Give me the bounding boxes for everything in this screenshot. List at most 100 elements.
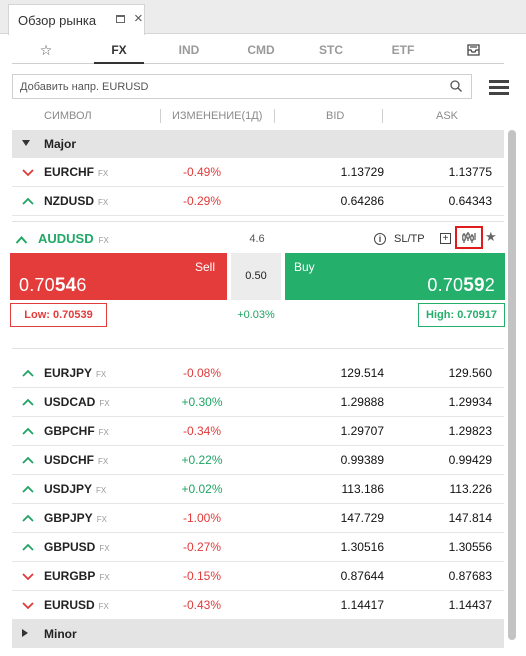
column-bid[interactable]: BID [326, 104, 344, 128]
buy-label: Buy [294, 260, 315, 274]
add-order-icon[interactable]: + [440, 233, 451, 244]
change-cell: +0.30% [181, 395, 223, 409]
ask-cell[interactable]: 113.226 [392, 475, 493, 504]
table-row[interactable]: USDJPY FX +0.02% 113.186 113.226 [12, 475, 504, 504]
chevron-down-icon[interactable] [22, 600, 34, 610]
info-icon[interactable]: i [374, 233, 386, 245]
group-minor[interactable]: Minor [12, 620, 504, 648]
search-icon[interactable] [450, 80, 462, 92]
asset-class-tag: FX [96, 486, 107, 495]
ask-cell[interactable]: 129.560 [392, 359, 492, 388]
chevron-up-icon[interactable] [22, 455, 34, 465]
tab-ind[interactable]: IND [164, 36, 214, 64]
bid-cell[interactable]: 1.29888 [284, 388, 384, 417]
table-row[interactable]: EURGBP FX -0.15% 0.87644 0.87683 [12, 562, 504, 591]
tab-stc[interactable]: STC [306, 36, 356, 64]
asset-class-tag: FX [99, 573, 110, 582]
ask-cell[interactable]: 0.64343 [392, 187, 492, 216]
buy-button[interactable]: Buy 0.70592 [285, 253, 505, 300]
asset-class-tag: FX [98, 198, 109, 207]
collapse-arrow-icon [22, 140, 30, 146]
table-row[interactable]: EURUSD FX -0.43% 1.14417 1.14437 [12, 591, 504, 620]
change-cell: -0.08% [182, 366, 222, 380]
daily-change: +0.03% [237, 309, 275, 321]
chart-button[interactable] [455, 226, 483, 249]
bid-cell[interactable]: 113.186 [284, 475, 385, 504]
table-row[interactable]: GBPUSD FX -0.27% 1.30516 1.30556 [12, 533, 504, 562]
market-watch-tab[interactable]: Обзор рынка × [8, 4, 145, 35]
candlestick-chart-icon [462, 232, 476, 243]
ask-cell[interactable]: 0.87683 [392, 562, 492, 591]
chevron-down-icon[interactable] [22, 167, 34, 177]
bid-cell[interactable]: 1.14417 [284, 591, 384, 620]
bid-cell[interactable]: 1.29707 [284, 417, 384, 446]
table-row[interactable]: USDCHF FX +0.22% 0.99389 0.99429 [12, 446, 504, 475]
tab-fx[interactable]: FX [94, 36, 144, 64]
bid-cell[interactable]: 1.13729 [284, 158, 384, 187]
ask-cell[interactable]: 147.814 [392, 504, 492, 533]
maximize-icon[interactable] [116, 15, 125, 23]
spread-value-top: 4.6 [249, 233, 265, 245]
tab-title: Обзор рынка [18, 12, 97, 28]
expand-arrow-icon [22, 629, 28, 637]
ask-cell[interactable]: 1.29823 [392, 417, 492, 446]
table-row[interactable]: EURCHF FX -0.49% 1.13729 1.13775 [12, 158, 504, 187]
scrollbar-thumb[interactable] [508, 130, 516, 640]
favorite-star-icon[interactable]: ★ [485, 229, 497, 245]
symbol-cell: USDCAD FX [44, 395, 110, 409]
ask-cell[interactable]: 1.29934 [392, 388, 492, 417]
chevron-up-icon[interactable] [22, 542, 34, 552]
chevron-down-icon[interactable] [22, 571, 34, 581]
list-view-icon[interactable] [489, 80, 509, 95]
symbol-cell: EURUSD FX [44, 598, 109, 612]
tab-cmd[interactable]: CMD [236, 36, 286, 64]
inbox-icon [466, 44, 480, 56]
asset-class-tag: FX [98, 236, 109, 245]
bid-cell[interactable]: 0.99389 [284, 446, 384, 475]
group-label: Minor [44, 627, 77, 641]
change-cell: -0.34% [182, 424, 222, 438]
bid-cell[interactable]: 0.64286 [284, 187, 384, 216]
column-symbol[interactable]: СИМВОЛ [44, 104, 92, 128]
sl-tp-button[interactable]: SL/TP [394, 227, 425, 251]
asset-class-tag: FX [98, 428, 109, 437]
close-icon[interactable]: × [134, 11, 143, 26]
column-divider [160, 109, 161, 123]
chevron-up-icon[interactable] [22, 196, 34, 206]
symbol-cell: GBPUSD FX [44, 540, 110, 554]
ask-cell[interactable]: 1.30556 [392, 533, 492, 562]
chevron-up-icon[interactable] [22, 397, 34, 407]
symbol-cell: NZDUSD FX [44, 194, 109, 208]
bid-cell[interactable]: 1.30516 [284, 533, 384, 562]
bid-cell[interactable]: 0.87644 [284, 562, 384, 591]
group-major[interactable]: Major [12, 130, 504, 158]
table-row[interactable]: GBPCHF FX -0.34% 1.29707 1.29823 [12, 417, 504, 446]
column-divider [274, 109, 275, 123]
chevron-up-icon[interactable] [15, 235, 28, 245]
chevron-up-icon[interactable] [22, 426, 34, 436]
table-row[interactable]: NZDUSD FX -0.29% 0.64286 0.64343 [12, 187, 504, 216]
ask-cell[interactable]: 1.14437 [392, 591, 492, 620]
tab-favorites[interactable]: ☆ [24, 36, 68, 64]
tab-etf[interactable]: ETF [378, 36, 428, 64]
chevron-up-icon[interactable] [22, 513, 34, 523]
chevron-up-icon[interactable] [22, 484, 34, 494]
column-ask[interactable]: ASK [436, 104, 458, 128]
sell-button[interactable]: Sell 0.70546 [10, 253, 227, 300]
table-row[interactable]: GBPJPY FX -1.00% 147.729 147.814 [12, 504, 504, 533]
tab-inbox[interactable] [458, 36, 488, 64]
bid-cell[interactable]: 129.514 [284, 359, 384, 388]
expanded-symbol[interactable]: AUDUSD FX [38, 227, 109, 253]
table-row[interactable]: EURJPY FX -0.08% 129.514 129.560 [12, 359, 504, 388]
ask-cell[interactable]: 0.99429 [392, 446, 492, 475]
table-row[interactable]: USDCAD FX +0.30% 1.29888 1.29934 [12, 388, 504, 417]
chevron-up-icon[interactable] [22, 368, 34, 378]
column-change[interactable]: ИЗМЕНЕНИЕ(1Д) [172, 104, 262, 128]
bid-cell[interactable]: 147.729 [284, 504, 384, 533]
sell-label: Sell [194, 260, 215, 274]
symbol-cell: EURCHF FX [44, 165, 109, 179]
ask-cell[interactable]: 1.13775 [392, 158, 492, 187]
asset-class-tag: FX [99, 399, 110, 408]
expanded-instrument-panel: AUDUSD FX 4.6 i SL/TP + ★ Sell 0.70546 0.… [10, 221, 505, 349]
search-input[interactable] [20, 75, 440, 98]
